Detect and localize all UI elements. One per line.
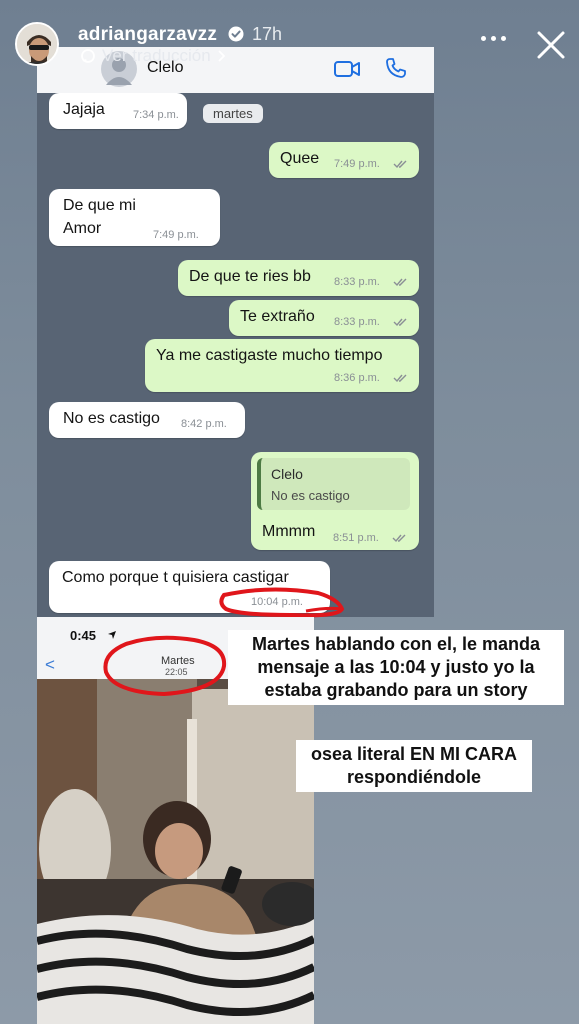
message-outgoing[interactable]: Ya me castigaste mucho tiempo 8:36 p.m.	[145, 339, 419, 392]
message-time: 8:36 p.m.	[334, 372, 380, 384]
message-text: Mmmm	[262, 523, 316, 540]
caption-line: estaba grabando para un story	[264, 680, 528, 700]
day-separator: martes	[203, 104, 263, 123]
message-time: 8:33 p.m.	[334, 316, 380, 328]
message-outgoing-reply[interactable]: Clelo No es castigo Mmmm 8:51 p.m.	[251, 452, 419, 550]
message-incoming[interactable]: No es castigo 8:42 p.m.	[49, 402, 245, 438]
message-outgoing[interactable]: Te extraño 8:33 p.m.	[229, 300, 419, 336]
whatsapp-screenshot: Clelo Jajaja 7:34 p.m. martes Quee 7:49 …	[37, 47, 434, 617]
double-check-icon	[393, 278, 407, 287]
quoted-message[interactable]: Clelo No es castigo	[257, 458, 410, 510]
caption-line: mensaje a las 10:04 y justo yo la	[257, 657, 535, 677]
message-incoming[interactable]: De que mi Amor 7:49 p.m.	[49, 189, 220, 246]
message-time: 7:49 p.m.	[153, 229, 199, 241]
double-check-icon	[393, 160, 407, 169]
double-check-icon	[393, 374, 407, 383]
back-button[interactable]: <	[45, 655, 55, 675]
message-time: 8:42 p.m.	[181, 418, 227, 430]
more-icon[interactable]	[481, 36, 506, 41]
translate-label: Ver traducción	[102, 46, 211, 65]
message-time: 8:33 p.m.	[334, 276, 380, 288]
message-text: No es castigo	[63, 410, 160, 427]
close-icon[interactable]	[534, 28, 568, 62]
red-circle-annotation	[219, 587, 345, 618]
message-text: Quee	[280, 150, 320, 167]
recorded-photo	[37, 679, 314, 1024]
quoted-text: No es castigo	[271, 488, 350, 503]
message-outgoing[interactable]: De que te ries bb 8:33 p.m.	[178, 260, 419, 296]
message-text-line1: De que mi	[63, 197, 136, 214]
verified-icon	[228, 26, 244, 42]
caption-line: osea literal EN MI CARA	[310, 744, 518, 764]
status-clock: 0:45	[70, 628, 97, 643]
avatar[interactable]	[15, 22, 59, 66]
message-text: Te extraño	[240, 308, 315, 325]
message-text-line2: Amor	[63, 220, 102, 237]
caption-line: Martes hablando con el, le manda	[251, 634, 541, 654]
story-time: 17h	[252, 24, 283, 44]
red-circle-annotation	[103, 635, 227, 697]
avatar-image	[17, 24, 57, 64]
story-caption: Martes hablando con el, le manda mensaje…	[228, 630, 564, 705]
story-caption: osea literal EN MI CARA respondiéndole	[296, 740, 532, 792]
chevron-right-icon	[218, 50, 225, 62]
translate-icon	[81, 49, 95, 63]
message-time: 7:49 p.m.	[334, 158, 380, 170]
message-text: Jajaja	[63, 101, 105, 118]
caption-line: respondiéndole	[346, 767, 481, 787]
message-text: Ya me castigaste mucho tiempo	[156, 347, 383, 364]
story-header: adriangarzavzz 17h Ver traducción	[0, 0, 579, 70]
message-text: De que te ries bb	[189, 268, 311, 285]
double-check-icon	[392, 534, 406, 543]
double-check-icon	[393, 318, 407, 327]
message-incoming[interactable]: Jajaja 7:34 p.m.	[49, 93, 187, 129]
quoted-name: Clelo	[271, 466, 303, 482]
message-outgoing[interactable]: Quee 7:49 p.m.	[269, 142, 419, 178]
translate-link[interactable]: Ver traducción	[80, 46, 227, 66]
message-time: 8:51 p.m.	[333, 532, 379, 544]
message-time: 7:34 p.m.	[133, 109, 179, 121]
story-username[interactable]: adriangarzavzz	[78, 24, 217, 46]
